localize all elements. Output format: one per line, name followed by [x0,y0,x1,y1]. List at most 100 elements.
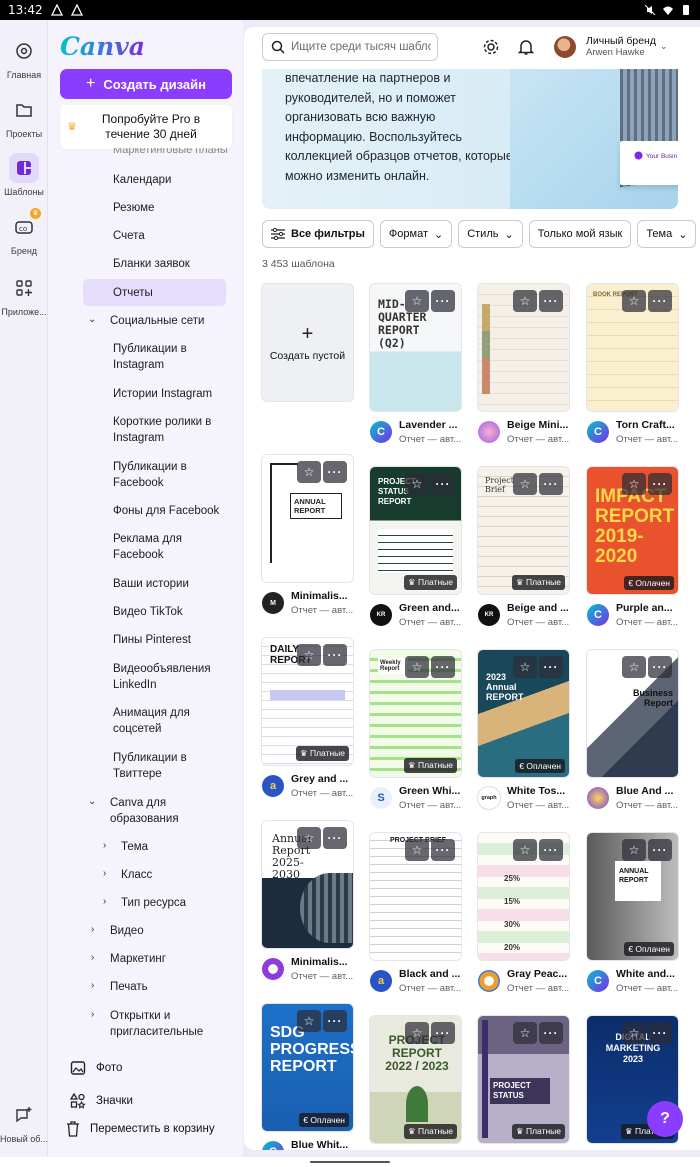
template-title[interactable]: Beige and ... [507,602,569,614]
nav-item[interactable]: Видео [110,923,144,939]
nav-item[interactable]: Публикации в Instagram [113,341,223,373]
chevron-down-icon[interactable]: ⌄ [88,314,96,325]
chevron-right-icon[interactable]: › [91,1009,94,1020]
format-filter[interactable]: Формат ⌄ [379,220,453,248]
chevron-right-icon[interactable]: › [103,868,106,879]
template-title[interactable]: Beige Mini... [507,419,569,431]
my-language-filter[interactable]: Только мой язык [528,220,632,248]
chevron-down-icon[interactable]: ⌄ [660,41,668,52]
nav-item-reports[interactable]: Отчеты [83,279,226,306]
rail-templates[interactable]: Шаблоны [0,153,48,197]
template-title[interactable]: Blue Whit... [291,1139,353,1150]
nav-item[interactable]: Истории Instagram [113,386,212,402]
creator-avatar[interactable]: M [262,592,284,614]
star-icon[interactable]: ☆ [513,839,537,861]
creator-avatar[interactable] [587,787,609,809]
star-icon[interactable]: ☆ [513,656,537,678]
home-indicator[interactable] [310,1161,390,1163]
more-icon[interactable]: ··· [648,473,672,495]
chevron-down-icon[interactable]: ⌄ [88,796,96,807]
star-icon[interactable]: ☆ [297,644,321,666]
more-icon[interactable]: ··· [539,290,563,312]
template-title[interactable]: Torn Craft... [616,419,678,431]
more-icon[interactable]: ··· [431,839,455,861]
all-filters-button[interactable]: Все фильтры [262,220,374,248]
nav-item[interactable]: Видео TikTok [113,604,183,620]
nav-item[interactable]: Анимация для соцсетей [113,705,213,737]
creator-avatar[interactable]: a [370,970,392,992]
blank-thumb[interactable]: + Создать пустой [262,284,353,401]
nav-item[interactable]: Резюме [113,200,154,216]
template-title[interactable]: White Tos... [507,785,569,797]
rail-home[interactable]: Главная [0,36,48,80]
creator-avatar[interactable]: KR [478,604,500,626]
rail-brand[interactable]: co ♛ Бренд [0,208,48,256]
canva-logo[interactable]: Canva [60,32,145,61]
template-title[interactable]: Grey and ... [291,773,353,785]
creator-avatar[interactable]: C [262,1141,284,1150]
icons-link[interactable]: Значки [70,1093,133,1109]
chevron-right-icon[interactable]: › [91,980,94,991]
creator-avatar[interactable] [478,970,500,992]
star-icon[interactable]: ☆ [622,656,646,678]
template-title[interactable]: Gray Peac... [507,968,569,980]
star-icon[interactable]: ☆ [622,290,646,312]
nav-item[interactable]: Тема [121,839,148,855]
nav-item-education[interactable]: Canva для образования [110,795,200,827]
search-input[interactable] [291,41,431,53]
creator-avatar[interactable] [478,421,500,443]
account-switcher[interactable]: Личный бренд Arwen Hawke [586,35,656,59]
nav-item[interactable]: Пины Pinterest [113,632,191,648]
more-icon[interactable]: ··· [648,839,672,861]
help-button[interactable]: ? [647,1101,683,1137]
rail-projects[interactable]: Проекты [0,95,48,139]
star-icon[interactable]: ☆ [297,827,321,849]
nav-item[interactable]: Класс [121,867,152,883]
theme-filter[interactable]: Тема ⌄ [637,220,697,248]
template-title[interactable]: Purple an... [616,602,678,614]
gear-icon[interactable] [482,38,500,56]
star-icon[interactable]: ☆ [622,839,646,861]
template-title[interactable]: Blue And ... [616,785,678,797]
more-icon[interactable]: ··· [539,1022,563,1044]
creator-avatar[interactable] [262,958,284,980]
star-icon[interactable]: ☆ [513,1022,537,1044]
more-icon[interactable]: ··· [431,1022,455,1044]
chevron-right-icon[interactable]: › [103,896,106,907]
nav-item[interactable]: Публикации в Facebook [113,459,223,491]
nav-item[interactable]: Тип ресурса [121,895,186,911]
nav-item[interactable]: Календари [113,172,171,188]
nav-item[interactable]: Счета [113,228,145,244]
nav-item[interactable]: Открытки и пригласительные [110,1008,220,1040]
creator-avatar[interactable]: C [587,604,609,626]
nav-item[interactable]: Публикации в Твиттере [113,750,213,782]
more-icon[interactable]: ··· [323,644,347,666]
template-title[interactable]: Black and ... [399,968,461,980]
style-filter[interactable]: Стиль ⌄ [458,220,523,248]
more-icon[interactable]: ··· [323,827,347,849]
create-design-button[interactable]: + Создать дизайн [60,69,232,99]
more-icon[interactable]: ··· [323,461,347,483]
nav-item[interactable]: Ваши истории [113,576,189,592]
more-icon[interactable]: ··· [431,656,455,678]
star-icon[interactable]: ☆ [297,1010,321,1032]
more-icon[interactable]: ··· [431,290,455,312]
nav-item[interactable]: Маркетинг [110,951,166,967]
rail-apps[interactable]: Приложе... [0,273,48,317]
nav-item[interactable]: Реклама для Facebook [113,531,213,563]
more-icon[interactable]: ··· [539,839,563,861]
nav-item[interactable]: Бланки заявок [113,256,190,272]
avatar[interactable] [554,36,576,58]
creator-avatar[interactable]: KR [370,604,392,626]
chevron-right-icon[interactable]: › [103,840,106,851]
bell-icon[interactable] [517,38,535,56]
rail-new-chat[interactable]: Новый об... [0,1100,48,1144]
photos-link[interactable]: Фото [70,1060,122,1076]
chevron-right-icon[interactable]: › [91,952,94,963]
search-box[interactable] [262,33,438,61]
nav-item-social[interactable]: Социальные сети [110,313,204,329]
template-title[interactable]: Minimalis... [291,956,353,968]
more-icon[interactable]: ··· [431,473,455,495]
creator-avatar[interactable]: C [587,421,609,443]
star-icon[interactable]: ☆ [297,461,321,483]
